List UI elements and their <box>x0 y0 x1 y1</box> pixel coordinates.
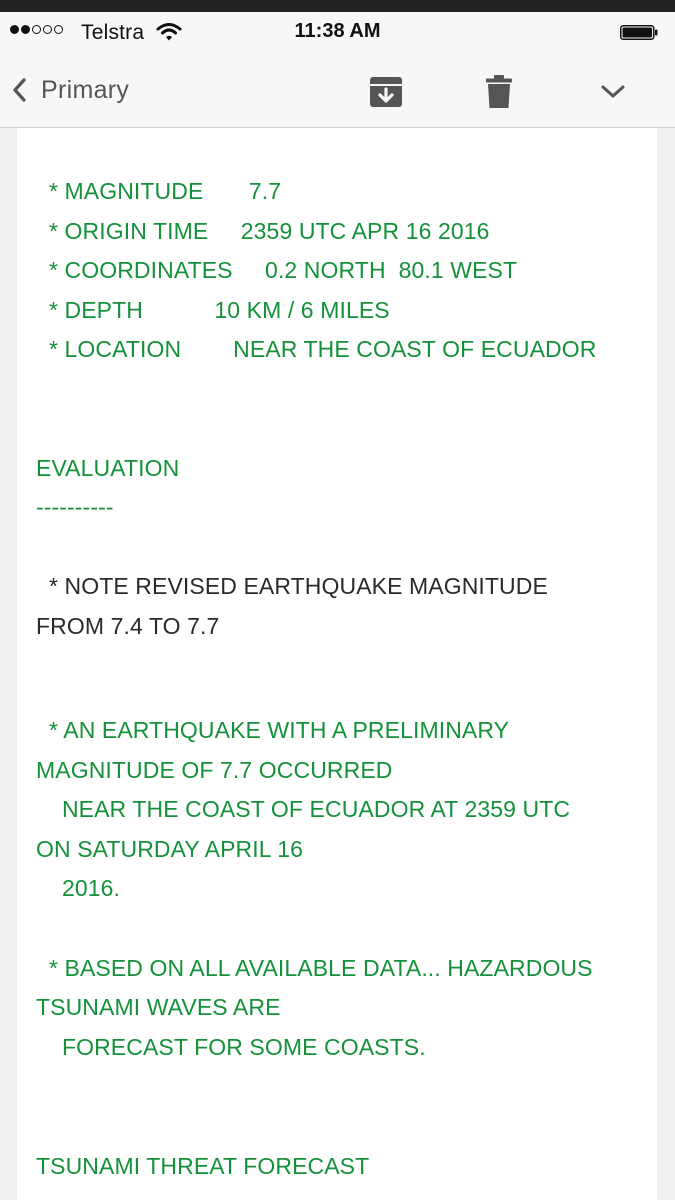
earthquake-text-line-1: * AN EARTHQUAKE WITH A PRELIMINARY <box>36 717 510 743</box>
location-line: * LOCATION NEAR THE COAST OF ECUADOR <box>36 336 597 362</box>
status-bar: Telstra 11:38 AM <box>0 12 675 52</box>
battery-icon <box>620 25 658 40</box>
threat-forecast-heading: TSUNAMI THREAT FORECAST <box>36 1153 370 1179</box>
earthquake-text-line-3: NEAR THE COAST OF ECUADOR AT 2359 UTC <box>36 796 571 822</box>
status-clock: 11:38 AM <box>294 20 381 42</box>
earthquake-text-line-4: ON SATURDAY APRIL 16 <box>36 836 304 862</box>
trash-button[interactable] <box>479 72 519 112</box>
earthquake-text-line-2: MAGNITUDE OF 7.7 OCCURRED <box>36 757 393 783</box>
hazard-text-line-2: TSUNAMI WAVES ARE <box>36 994 281 1020</box>
revised-note-line-2: FROM 7.4 TO 7.7 <box>36 613 220 639</box>
trash-icon <box>486 75 512 108</box>
chevron-down-icon <box>601 85 625 98</box>
mail-nav-bar: Primary <box>0 52 675 128</box>
hazard-text-line-1: * BASED ON ALL AVAILABLE DATA... HAZARDO… <box>36 955 593 981</box>
archive-button[interactable] <box>366 72 406 112</box>
back-button[interactable]: Primary <box>10 72 129 108</box>
evaluation-underline: ---------- <box>36 494 114 520</box>
origin-time-line: * ORIGIN TIME 2359 UTC APR 16 2016 <box>36 218 490 244</box>
earthquake-text-line-5: 2016. <box>36 875 121 901</box>
archive-icon <box>370 77 402 107</box>
coordinates-line: * COORDINATES 0.2 NORTH 80.1 WEST <box>36 257 518 283</box>
revised-note-line-1: * NOTE REVISED EARTHQUAKE MAGNITUDE <box>36 573 548 599</box>
back-chevron-icon <box>13 78 26 102</box>
back-label: Primary <box>41 75 130 104</box>
email-body[interactable]: * MAGNITUDE 7.7 * ORIGIN TIME 2359 UTC A… <box>17 128 657 1200</box>
depth-line: * DEPTH 10 KM / 6 MILES <box>36 297 390 323</box>
top-edge-strip <box>0 0 675 12</box>
magnitude-line: * MAGNITUDE 7.7 <box>36 178 282 204</box>
hazard-text-line-3: FORECAST FOR SOME COASTS. <box>36 1034 426 1060</box>
more-button[interactable] <box>593 72 633 112</box>
evaluation-heading: EVALUATION <box>36 455 180 481</box>
